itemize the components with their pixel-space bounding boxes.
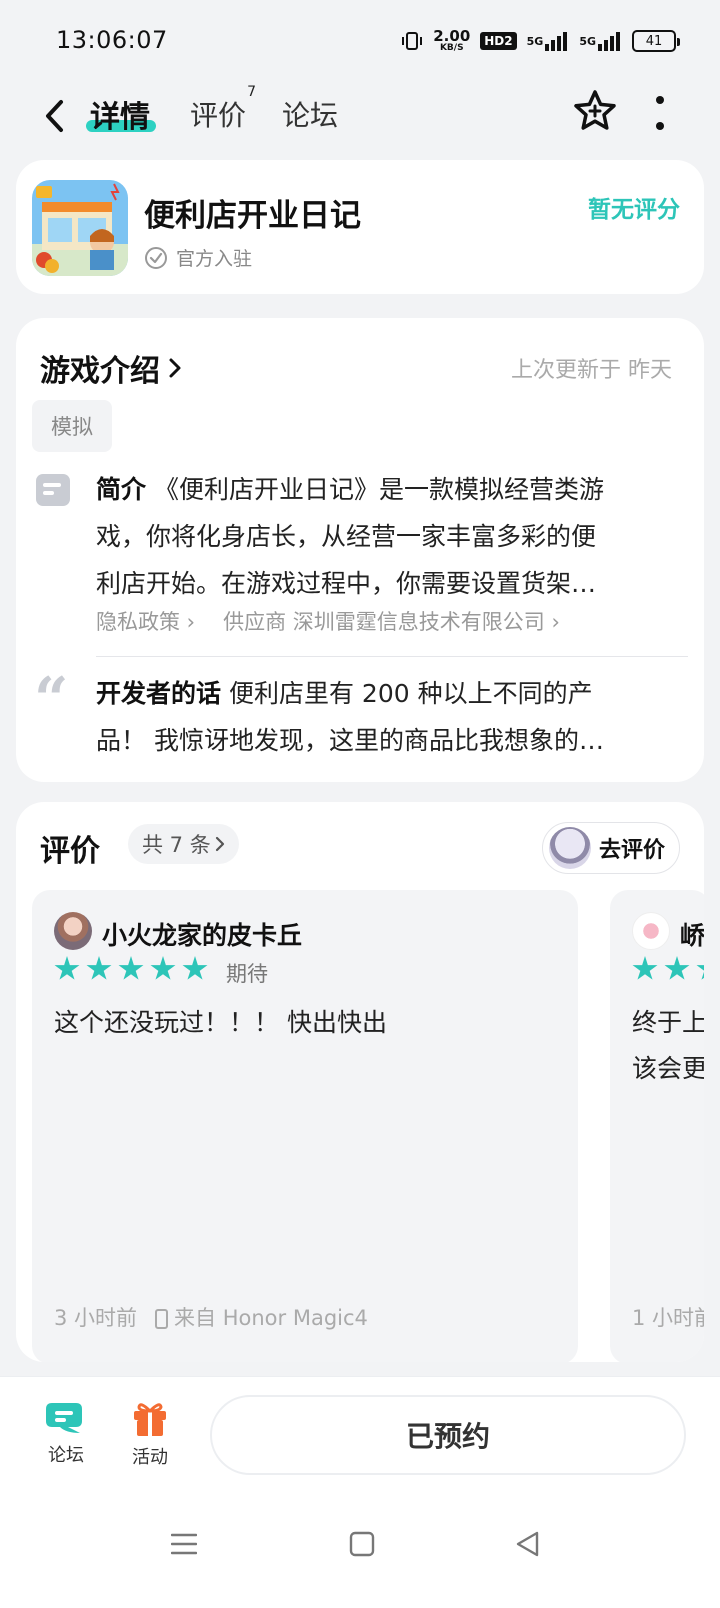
- developer-note-label: 开发者的话: [96, 679, 222, 708]
- more-dot-icon: [656, 96, 664, 104]
- network-speed: 2.00 KB/S: [433, 27, 471, 53]
- verified-check-icon: [145, 246, 167, 269]
- star-filled-icon: [150, 956, 176, 980]
- chevron-right-icon: [215, 836, 224, 852]
- game-intro-card: 游戏介绍 上次更新于 昨天 模拟 简介 《便利店开业日记》是一款模拟经营类游 戏…: [16, 318, 704, 782]
- menu-nav-button[interactable]: [164, 1524, 204, 1564]
- write-review-button[interactable]: 去评价: [541, 822, 680, 874]
- review-device: 来自 Honor Magic4: [155, 1302, 368, 1332]
- rating-status: 暂无评分: [588, 197, 680, 223]
- chat-bubble-icon: [46, 1403, 82, 1433]
- reviews-count-button[interactable]: 共 7 条: [128, 824, 239, 864]
- summary-icon: [36, 474, 70, 506]
- more-options-button[interactable]: [650, 96, 670, 130]
- review-stars: [632, 956, 704, 982]
- review-footer: 1 小时前: [632, 1302, 704, 1332]
- hd-voice-icon: HD2: [480, 32, 517, 50]
- supplier-link[interactable]: 供应商 深圳雷霆信息技术有限公司 ›: [223, 606, 560, 636]
- bottom-action-bar: 论坛 活动 已预约: [0, 1376, 720, 1478]
- app-icon[interactable]: [32, 180, 128, 276]
- star-filled-icon: [632, 956, 658, 980]
- developer-note[interactable]: 开发者的话 便利店里有 200 种以上不同的产 品！ 我惊讶地发现，这里的商品比…: [96, 670, 676, 764]
- star-filled-icon: [182, 956, 208, 980]
- reviews-title: 评价: [40, 834, 100, 869]
- tab-forum[interactable]: 论坛: [282, 94, 338, 134]
- star-outline-icon: [574, 90, 616, 130]
- status-icons: 2.00 KB/S HD2 5G 5G 41: [401, 26, 680, 56]
- vibrate-icon: [401, 30, 423, 52]
- divider: [96, 656, 688, 657]
- review-time: 3 小时前: [54, 1306, 138, 1330]
- chevron-right-icon: [169, 358, 181, 378]
- review-time: 1 小时前: [632, 1306, 704, 1330]
- game-intro-header[interactable]: 游戏介绍: [40, 346, 182, 390]
- status-bar: 13:06:07 2.00 KB/S HD2 5G 5G 41: [0, 0, 720, 84]
- tab-details[interactable]: 详情: [90, 92, 150, 136]
- review-item[interactable]: 小火龙家的皮卡丘 期待 这个还没玩过！！！ 快出快出 3 小时前 来自 Hono…: [32, 890, 578, 1362]
- reviewer-name[interactable]: 峤: [680, 916, 704, 952]
- star-filled-icon: [86, 956, 112, 980]
- official-label: 官方入驻: [176, 248, 253, 270]
- reviewer-avatar[interactable]: [54, 912, 92, 950]
- star-filled-icon: [664, 956, 690, 980]
- status-time: 13:06:07: [56, 26, 168, 54]
- tab-reviews[interactable]: 评价 7: [190, 84, 256, 134]
- review-item[interactable]: 峤 终于上 该会更 1 小时前: [610, 890, 704, 1362]
- home-square-icon: [349, 1531, 375, 1557]
- review-text: 终于上 该会更: [632, 1008, 704, 1083]
- review-footer: 3 小时前 来自 Honor Magic4: [54, 1302, 368, 1332]
- reviewer-avatar[interactable]: [632, 912, 670, 950]
- game-summary[interactable]: 简介 《便利店开业日记》是一款模拟经营类游 戏，你将化身店长，从经营一家丰富多彩…: [96, 466, 676, 607]
- chevron-left-icon: [46, 100, 63, 132]
- genre-tag[interactable]: 模拟: [32, 400, 112, 452]
- back-triangle-icon: [516, 1531, 539, 1557]
- star-filled-icon: [696, 956, 704, 980]
- forum-shortcut-label: 论坛: [48, 1445, 84, 1466]
- signal-5g-secondary-icon: 5G: [579, 31, 622, 51]
- phone-icon: [155, 1309, 169, 1329]
- activity-shortcut-label: 活动: [132, 1447, 168, 1468]
- activity-shortcut[interactable]: 活动: [132, 1399, 168, 1469]
- app-title: 便利店开业日记: [144, 198, 361, 234]
- game-intro-title: 游戏介绍: [40, 354, 160, 389]
- back-button[interactable]: [34, 90, 74, 142]
- privacy-policy-link[interactable]: 隐私政策 ›: [96, 606, 195, 636]
- favorite-button[interactable]: [572, 88, 620, 136]
- meta-links: 隐私政策 › 供应商 深圳雷霆信息技术有限公司 ›: [96, 606, 560, 636]
- reviewer-name[interactable]: 小火龙家的皮卡丘: [102, 916, 302, 952]
- official-badge: 官方入驻: [144, 244, 252, 271]
- star-filled-icon: [118, 956, 144, 980]
- forum-shortcut[interactable]: 论坛: [46, 1399, 86, 1467]
- star-filled-icon: [54, 956, 80, 980]
- reviews-card: 评价 共 7 条 去评价 小火龙家的皮卡丘 期待 这个还没玩过！！！ 快出快出 …: [16, 802, 704, 1362]
- review-tag: 期待: [226, 962, 268, 986]
- signal-5g-icon: 5G: [527, 31, 570, 51]
- app-header-card: 便利店开业日记 官方入驻 暂无评分: [16, 160, 704, 294]
- battery-icon: 41: [632, 30, 680, 52]
- tab-reviews-label: 评价: [190, 99, 247, 132]
- last-updated: 上次更新于 昨天: [511, 358, 672, 383]
- reserved-button[interactable]: 已预约: [210, 1395, 686, 1475]
- quote-icon: “: [34, 665, 69, 735]
- gift-icon: [134, 1403, 166, 1436]
- more-dot-icon: [656, 122, 664, 130]
- tab-reviews-badge: 7: [247, 84, 257, 100]
- back-nav-button[interactable]: [508, 1524, 548, 1564]
- user-avatar: [548, 827, 591, 869]
- system-navigation-bar: [0, 1478, 720, 1608]
- summary-label: 简介: [96, 475, 147, 504]
- review-stars: [54, 956, 208, 982]
- home-nav-button[interactable]: [342, 1524, 382, 1564]
- menu-icon: [171, 1533, 197, 1555]
- review-text: 这个还没玩过！！！ 快出快出: [54, 1008, 387, 1037]
